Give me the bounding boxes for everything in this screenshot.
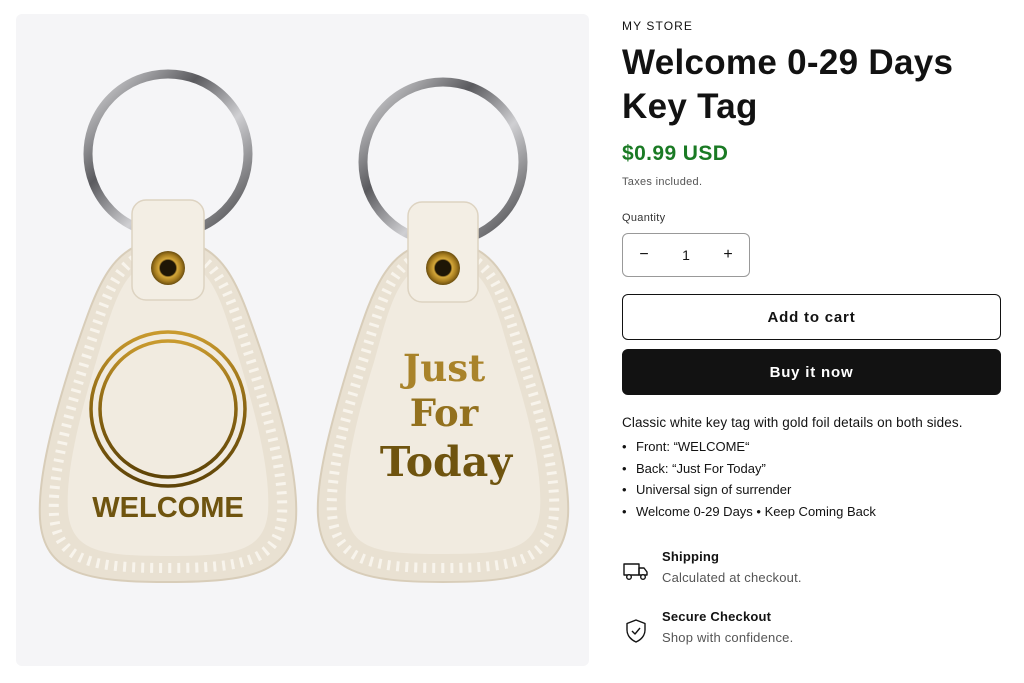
bullet-icon: • bbox=[622, 482, 627, 497]
bullet-icon: • bbox=[622, 439, 627, 454]
shipping-subtitle: Calculated at checkout. bbox=[662, 570, 802, 585]
product-description: Classic white key tag with gold foil det… bbox=[622, 415, 963, 430]
secure-checkout-title: Secure Checkout bbox=[662, 609, 772, 624]
quantity-label: Quantity bbox=[622, 212, 666, 224]
front-key-tag: WELCOME bbox=[38, 69, 298, 584]
list-item: • Front: “WELCOME“ bbox=[622, 437, 876, 459]
decrease-quantity-button[interactable]: − bbox=[623, 234, 665, 276]
back-key-tag: Just For Today bbox=[316, 77, 570, 584]
quantity-input[interactable]: 1 bbox=[665, 247, 707, 263]
bullet-icon: • bbox=[622, 460, 627, 476]
add-to-cart-button[interactable]: Add to cart bbox=[622, 294, 1001, 340]
shipping-title: Shipping bbox=[662, 549, 720, 564]
back-tag-line-2: For bbox=[410, 391, 479, 435]
product-price: $0.99 USD bbox=[622, 142, 729, 165]
secure-checkout-subtitle: Shop with confidence. bbox=[662, 630, 794, 645]
secure-checkout-info: Secure Checkout Shop with confidence. bbox=[622, 609, 1002, 653]
tax-note: Taxes included. bbox=[622, 176, 703, 188]
vendor-label: MY STORE bbox=[622, 19, 694, 33]
increase-quantity-button[interactable]: + bbox=[707, 234, 749, 276]
shipping-info: Shipping Calculated at checkout. bbox=[622, 549, 1002, 593]
list-item: • Universal sign of surrender bbox=[622, 480, 876, 502]
front-tag-text: WELCOME bbox=[92, 492, 243, 524]
list-item: • Back: “Just For Today” bbox=[622, 459, 876, 481]
quantity-stepper: − 1 + bbox=[622, 233, 750, 277]
back-tag-line-1: Just bbox=[400, 346, 485, 390]
shield-check-icon bbox=[626, 619, 646, 643]
truck-icon bbox=[623, 563, 648, 581]
product-image[interactable]: WELCOME Just For Today bbox=[16, 14, 589, 666]
product-title: Welcome 0-29 Days Key Tag bbox=[622, 43, 954, 126]
list-item: • Welcome 0-29 Days • Keep Coming Back bbox=[622, 502, 876, 524]
back-tag-line-3: Today bbox=[380, 438, 513, 486]
buy-it-now-button[interactable]: Buy it now bbox=[622, 349, 1001, 395]
bullet-icon: • bbox=[622, 503, 627, 519]
feature-bullet-list: • Front: “WELCOME“ • Back: “Just For Today… bbox=[622, 437, 876, 523]
